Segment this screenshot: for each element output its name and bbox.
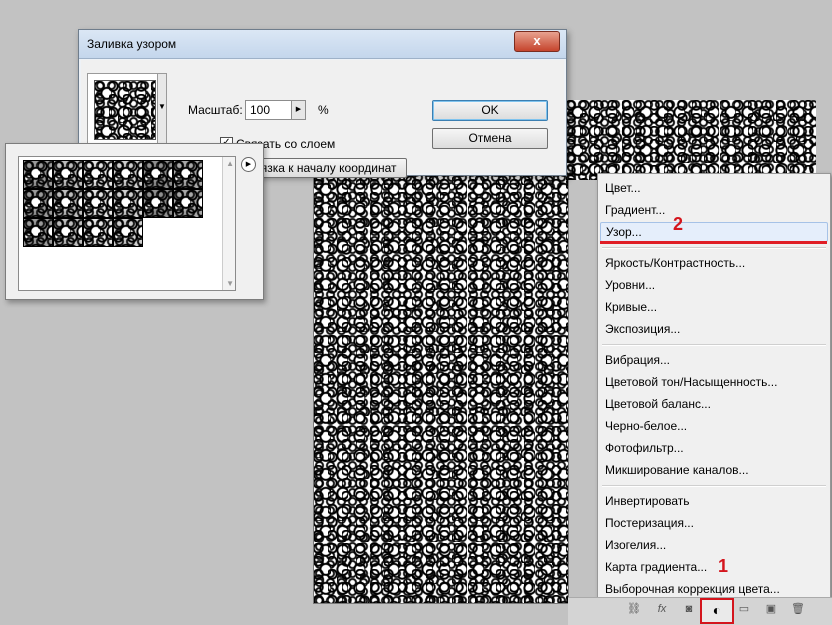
pattern-swatch[interactable]	[94, 80, 156, 140]
pattern-picker-popup: ▲ ▼ ▶	[5, 143, 264, 300]
menu-item[interactable]: Постеризация...	[600, 513, 828, 533]
menu-item[interactable]: Изогелия...	[600, 535, 828, 555]
pattern-swatch-picker[interactable]: ▼	[87, 73, 167, 145]
pattern-thumbnail[interactable]	[23, 160, 53, 189]
pattern-thumbnail[interactable]	[53, 218, 83, 247]
cancel-button[interactable]: Отмена	[432, 128, 548, 149]
scale-label: Масштаб:	[188, 103, 243, 117]
close-button[interactable]: x	[514, 31, 560, 52]
menu-item[interactable]: Узор...	[600, 222, 828, 242]
pattern-thumbnail[interactable]	[83, 218, 113, 247]
menu-separator	[602, 485, 826, 487]
pattern-thumbnail[interactable]	[23, 218, 53, 247]
link-icon[interactable]: ⛓	[624, 601, 644, 618]
new-layer-icon[interactable]: ▣	[761, 601, 781, 618]
menu-item[interactable]: Карта градиента...	[600, 557, 828, 577]
group-icon[interactable]: ▭	[734, 601, 754, 618]
picker-options-icon[interactable]: ▶	[241, 157, 256, 172]
menu-separator	[602, 247, 826, 249]
step-2-label: 2	[673, 214, 684, 234]
pattern-thumbnail[interactable]	[143, 160, 173, 189]
pattern-thumbnails	[23, 160, 215, 247]
pattern-thumbnail[interactable]	[143, 189, 173, 218]
pattern-thumbnail[interactable]	[113, 189, 143, 218]
menu-item[interactable]: Яркость/Контрастность...	[600, 253, 828, 273]
dialog-title: Заливка узором	[87, 37, 177, 51]
pattern-thumbnail[interactable]	[173, 160, 203, 189]
chevron-down-icon[interactable]: ▼	[157, 74, 166, 144]
menu-item[interactable]: Цветовой баланс...	[600, 394, 828, 414]
menu-separator	[602, 344, 826, 346]
menu-item[interactable]: Цветовой тон/Насыщенность...	[600, 372, 828, 392]
pattern-thumbnail[interactable]	[23, 189, 53, 218]
adjustment-layer-menu: Цвет... Градиент... Узор... Яркость/Контрас…	[597, 173, 831, 600]
menu-item[interactable]: Фотофильтр...	[600, 438, 828, 458]
pattern-thumbnail[interactable]	[113, 160, 143, 189]
mask-icon[interactable]: ◙	[679, 601, 699, 618]
fx-icon[interactable]: fx	[652, 601, 672, 618]
menu-item[interactable]: Цвет...	[600, 178, 828, 198]
menu-item[interactable]: Градиент...	[600, 200, 828, 220]
scroll-up-icon[interactable]: ▲	[226, 159, 234, 168]
menu-item[interactable]: Вибрация...	[600, 350, 828, 370]
percent-label: %	[318, 103, 329, 117]
canvas-image-top	[566, 100, 816, 180]
scale-slider-arrow-icon[interactable]: ▶	[291, 100, 306, 120]
menu-item[interactable]: Кривые...	[600, 297, 828, 317]
menu-item[interactable]: Микширование каналов...	[600, 460, 828, 480]
menu-item[interactable]: Экспозиция...	[600, 319, 828, 339]
menu-item[interactable]: Черно-белое...	[600, 416, 828, 436]
menu-item[interactable]: Инвертировать	[600, 491, 828, 511]
picker-scrollbar[interactable]: ▲ ▼	[222, 157, 235, 290]
pattern-thumbnail[interactable]	[53, 189, 83, 218]
pattern-grid: ▲ ▼	[18, 156, 236, 291]
highlight-underline	[600, 241, 827, 244]
trash-icon[interactable]: 🗑	[788, 601, 808, 618]
pattern-thumbnail[interactable]	[173, 189, 203, 218]
pattern-thumbnail[interactable]	[113, 218, 143, 247]
layers-panel-toolbar: ⛓ fx ◙ ◐ ▭ ▣ 🗑	[568, 597, 832, 625]
pattern-thumbnail[interactable]	[53, 160, 83, 189]
scale-input[interactable]: 100	[245, 100, 295, 120]
pattern-thumbnail[interactable]	[83, 160, 113, 189]
dialog-titlebar[interactable]: Заливка узором x	[79, 30, 566, 59]
scroll-down-icon[interactable]: ▼	[226, 279, 234, 288]
ok-button[interactable]: OK	[432, 100, 548, 121]
adjustment-layer-icon[interactable]: ◐	[700, 598, 734, 624]
pattern-thumbnail[interactable]	[83, 189, 113, 218]
menu-item[interactable]: Уровни...	[600, 275, 828, 295]
step-1-label: 1	[718, 556, 729, 576]
menu-item[interactable]: Выборочная коррекция цвета...	[600, 579, 828, 599]
